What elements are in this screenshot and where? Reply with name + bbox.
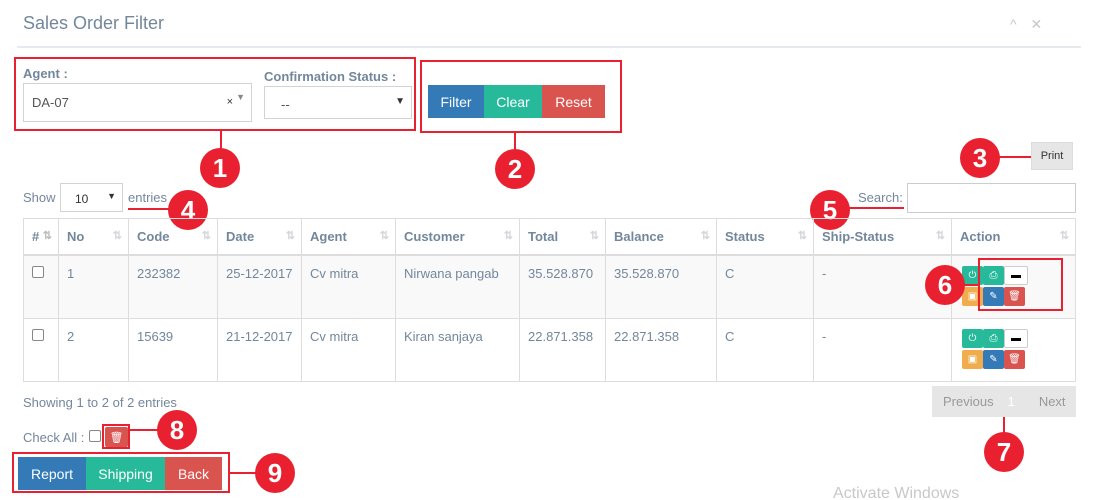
chevron-down-icon: ▼ <box>107 191 116 201</box>
print-icon[interactable]: ⎙ <box>983 328 1004 348</box>
row-checkbox[interactable] <box>32 265 44 278</box>
trash-icon[interactable]: 🗑 <box>1004 349 1025 369</box>
cell-agent: Cv mitra <box>301 254 396 319</box>
annotation-connector <box>995 156 1031 158</box>
pagination-next[interactable]: Next <box>1039 394 1066 409</box>
column-header-code[interactable]: Code ⇅ <box>128 218 218 256</box>
collapse-icon[interactable]: ^ <box>1010 16 1017 32</box>
cell-total: 35.528.870 <box>519 254 606 319</box>
annotation-callout-2: 2 <box>495 149 535 189</box>
table-row: 1 232382 25-12-2017 Cv mitra Nirwana pan… <box>23 254 1076 319</box>
cell-total: 22.871.358 <box>519 317 606 382</box>
cell-date: 21-12-2017 <box>217 317 302 382</box>
annotation-callout-1: 1 <box>200 148 240 188</box>
cell-action: ⏻ ⎙ ▬ ▣ ✎ 🗑 <box>951 317 1076 382</box>
column-header-no[interactable]: No ⇅ <box>58 218 129 256</box>
annotation-box-buttons <box>420 60 622 133</box>
annotation-callout-7: 7 <box>984 432 1024 472</box>
panel-tools: ^ ✕ <box>1010 16 1052 33</box>
column-header-customer[interactable]: Customer ⇅ <box>395 218 520 256</box>
column-header-balance[interactable]: Balance ⇅ <box>605 218 717 256</box>
entries-suffix: entries <box>128 190 168 205</box>
pagination-previous[interactable]: Previous <box>943 394 994 409</box>
column-header-action[interactable]: Action ⇅ <box>951 218 1076 256</box>
cell-no: 1 <box>58 254 129 319</box>
annotation-box-filters <box>14 57 416 131</box>
check-all-checkbox[interactable] <box>89 430 101 442</box>
column-header-agent[interactable]: Agent ⇅ <box>301 218 396 256</box>
show-label: Show <box>23 190 56 205</box>
column-header-date[interactable]: Date ⇅ <box>217 218 302 256</box>
annotation-box-delete <box>102 424 130 449</box>
cell-code: 232382 <box>128 254 218 319</box>
annotation-callout-8: 8 <box>157 410 197 450</box>
annotation-connector <box>128 208 173 210</box>
sales-order-table: # ⇅ No ⇅ Code ⇅ Date ⇅ Agent ⇅ Customer ⇅ Tota… <box>23 218 1076 382</box>
action-buttons: ⏻ ⎙ ▬ ▣ ✎ 🗑 <box>962 328 1032 371</box>
column-header-status[interactable]: Status ⇅ <box>716 218 814 256</box>
row-checkbox-cell <box>23 317 59 382</box>
check-all-label: Check All : <box>23 430 85 445</box>
cell-agent: Cv mitra <box>301 317 396 382</box>
edit-icon[interactable]: ✎ <box>983 349 1004 369</box>
column-header-ship-status[interactable]: Ship-Status ⇅ <box>813 218 952 256</box>
column-header-total[interactable]: Total ⇅ <box>519 218 606 256</box>
title-divider <box>17 46 1081 48</box>
entries-select-value: 10 <box>75 192 89 206</box>
search-input[interactable] <box>907 183 1076 213</box>
entries-select[interactable]: 10 ▼ <box>60 183 123 212</box>
activation-watermark: Activate Windows <box>833 485 960 500</box>
cell-no: 2 <box>58 317 129 382</box>
annotation-callout-3: 3 <box>960 138 1000 178</box>
table-header-row: # ⇅ No ⇅ Code ⇅ Date ⇅ Agent ⇅ Customer ⇅ Tota… <box>23 218 1076 256</box>
credit-card-icon[interactable]: ▬ <box>1004 328 1028 348</box>
column-header-select[interactable]: # ⇅ <box>23 218 59 256</box>
cell-balance: 35.528.870 <box>605 254 717 319</box>
cell-date: 25-12-2017 <box>217 254 302 319</box>
print-button[interactable]: Print <box>1031 142 1073 170</box>
cell-status: C <box>716 254 814 319</box>
cell-balance: 22.871.358 <box>605 317 717 382</box>
annotation-connector <box>130 429 160 431</box>
annotation-callout-6: 6 <box>925 265 965 305</box>
annotation-box-bottom-buttons <box>12 452 230 493</box>
table-row: 2 15639 21-12-2017 Cv mitra Kiran sanjay… <box>23 317 1076 382</box>
search-label: Search: <box>858 190 903 205</box>
annotation-connector <box>842 207 904 209</box>
cell-customer: Nirwana pangab <box>395 254 520 319</box>
annotation-callout-9: 9 <box>255 453 295 493</box>
cell-status: C <box>716 317 814 382</box>
row-checkbox-cell <box>23 254 59 319</box>
pagination-page-1[interactable]: 1 <box>1008 394 1015 409</box>
showing-entries-text: Showing 1 to 2 of 2 entries <box>23 395 177 410</box>
cell-customer: Kiran sanjaya <box>395 317 520 382</box>
money-icon[interactable]: ▣ <box>962 349 983 369</box>
row-checkbox[interactable] <box>32 328 44 341</box>
panel-title: Sales Order Filter <box>23 13 165 33</box>
close-icon[interactable]: ✕ <box>1030 16 1042 32</box>
cell-ship-status: - <box>813 317 952 382</box>
cell-code: 15639 <box>128 317 218 382</box>
pagination: Previous 1 Next <box>932 386 1076 417</box>
power-icon[interactable]: ⏻ <box>962 328 983 348</box>
annotation-box-actions <box>978 258 1063 311</box>
